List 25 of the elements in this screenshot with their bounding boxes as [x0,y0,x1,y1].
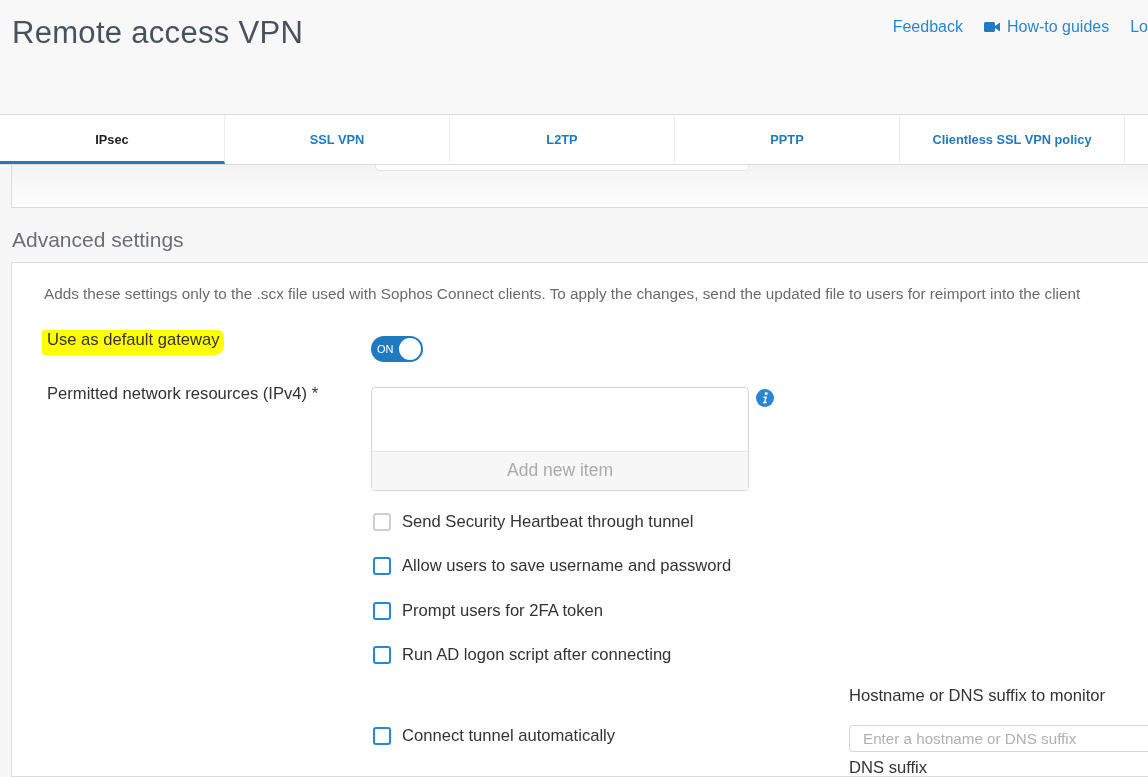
how-to-link[interactable]: How-to guides [983,18,1110,36]
checkbox[interactable] [373,646,391,664]
info-icon[interactable] [756,388,774,407]
header-link[interactable]: Lo [1130,18,1148,36]
header-link[interactable]: Feedback [892,18,963,36]
checkbox[interactable] [373,727,391,745]
checkbox-label: Prompt users for 2FA token [402,601,604,620]
toggle-switch[interactable]: ON [371,335,423,362]
checkbox-label: Allow users to save username and password [402,557,732,575]
video-camera-icon [983,21,1000,33]
input-field[interactable] [375,164,749,171]
description-text: Adds these settings only to the .scx file used with Sophos Connect clients. To apply the changes, send the updated file to users for reimport into the client [44,285,1082,302]
field-label: Use as default gateway [42,329,224,355]
page-title: Remote access VPN [12,14,304,52]
hostname-input[interactable]: Enter a hostname or DNS suffix [849,725,1148,752]
checkbox-label: Send Security Heartbeat through tunnel [402,512,694,531]
checkbox-label: Run AD logon script after connecting [402,646,672,664]
tab[interactable]: IPsec [0,114,225,164]
section-heading: Advanced settings [12,227,185,252]
field-label: Hostname or DNS suffix to monitor [849,687,1107,705]
checkbox[interactable] [373,601,391,620]
checkbox[interactable] [373,557,391,575]
checkbox-label: Connect tunnel automatically [402,727,616,745]
field-label: Permitted network resources (IPv4) * [47,384,319,403]
field-label: DNS suffix [849,760,929,776]
